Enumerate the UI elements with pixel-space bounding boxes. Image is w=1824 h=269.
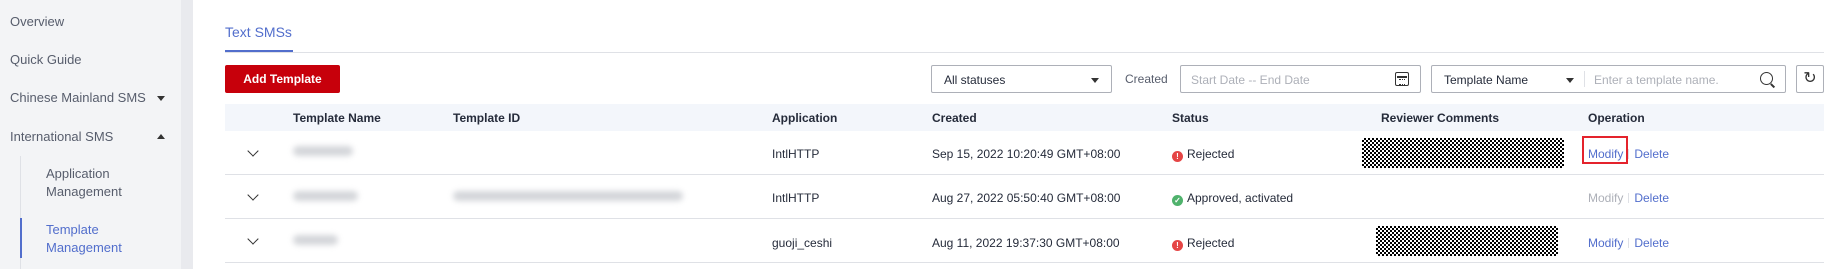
tab-divider [225, 52, 1824, 53]
created-cell: Aug 11, 2022 19:37:30 GMT+08:00 [932, 236, 1120, 250]
chevron-up-icon[interactable] [157, 134, 165, 139]
refresh-icon: ↻ [1803, 70, 1817, 87]
table-row: guoji_ceshi Aug 11, 2022 19:37:30 GMT+08… [225, 219, 1824, 263]
date-range-input[interactable]: Start Date -- End Date [1180, 65, 1421, 93]
template-search: Template Name Enter a template name. [1431, 65, 1786, 93]
sidebar-item-chinese-mainland-sms[interactable]: Chinese Mainland SMS [10, 90, 146, 105]
expand-chevron-icon[interactable] [247, 145, 259, 157]
status-select-value: All statuses [944, 73, 1006, 87]
expand-chevron-icon[interactable] [247, 233, 259, 245]
redacted-template-name [293, 235, 338, 245]
search-field-select[interactable]: Template Name [1444, 73, 1528, 87]
redacted-reviewer-comment [1376, 226, 1558, 256]
column-header-template-name: Template Name [293, 111, 381, 125]
delete-link[interactable]: Delete [1634, 147, 1669, 161]
sidebar-item-template-management[interactable]: Template Management [46, 221, 156, 257]
table-row: IntlHTTP Aug 27, 2022 05:50:40 GMT+08:00… [225, 175, 1824, 219]
link-separator [1628, 238, 1630, 248]
search-input[interactable]: Enter a template name. [1594, 73, 1719, 87]
column-header-status: Status [1172, 111, 1209, 125]
column-header-reviewer-comments: Reviewer Comments [1381, 111, 1500, 125]
redacted-template-name [293, 191, 358, 201]
redacted-template-name [293, 146, 353, 156]
status-text: Rejected [1187, 147, 1235, 161]
sidebar-item-quick-guide[interactable]: Quick Guide [10, 52, 82, 67]
status-cell: ! Rejected [1172, 236, 1234, 251]
highlight-box [1582, 136, 1628, 164]
sidebar-item-international-sms[interactable]: International SMS [10, 129, 113, 144]
table-row: IntlHTTP Sep 15, 2022 10:20:49 GMT+08:00… [225, 131, 1824, 175]
column-header-application: Application [772, 111, 838, 125]
submenu-active-indicator [20, 218, 22, 258]
created-cell: Aug 27, 2022 05:50:40 GMT+08:00 [932, 191, 1121, 205]
redacted-reviewer-comment [1362, 138, 1564, 168]
modify-link: Modify [1588, 191, 1624, 205]
redacted-template-id [453, 191, 683, 201]
created-label: Created [1125, 72, 1168, 86]
status-text: Approved, activated [1187, 191, 1294, 205]
add-template-button[interactable]: Add Template [225, 65, 340, 93]
sidebar-item-application-management[interactable]: Application Management [46, 165, 156, 201]
search-divider [1584, 71, 1585, 87]
delete-link[interactable]: Delete [1634, 191, 1669, 205]
operation-cell: Modify Delete [1588, 191, 1669, 205]
date-range-placeholder: Start Date -- End Date [1191, 73, 1310, 87]
sidebar-divider [181, 0, 193, 269]
column-header-template-id: Template ID [453, 111, 521, 125]
operation-cell: Modify Delete [1588, 236, 1669, 250]
error-icon: ! [1172, 151, 1183, 162]
chevron-down-icon[interactable] [157, 96, 165, 101]
application-cell: guoji_ceshi [772, 236, 833, 250]
link-separator [1628, 193, 1630, 203]
status-cell: ! Rejected [1172, 147, 1234, 162]
modify-link[interactable]: Modify [1588, 236, 1623, 250]
status-text: Rejected [1187, 236, 1235, 250]
status-cell: ✓ Approved, activated [1172, 191, 1293, 206]
tab-text-smss[interactable]: Text SMSs [225, 24, 292, 40]
chevron-down-icon[interactable] [1566, 78, 1574, 83]
column-header-operation: Operation [1588, 111, 1645, 125]
delete-link[interactable]: Delete [1634, 236, 1669, 250]
application-cell: IntlHTTP [772, 191, 820, 205]
application-cell: IntlHTTP [772, 147, 820, 161]
expand-chevron-icon[interactable] [247, 189, 259, 201]
sidebar: Overview Quick Guide Chinese Mainland SM… [0, 0, 181, 269]
sidebar-item-overview[interactable]: Overview [10, 14, 64, 29]
table-header: Template Name Template ID Application Cr… [225, 104, 1824, 131]
calendar-icon[interactable] [1395, 72, 1409, 86]
chevron-down-icon [1091, 78, 1099, 83]
created-cell: Sep 15, 2022 10:20:49 GMT+08:00 [932, 147, 1121, 161]
status-select[interactable]: All statuses [931, 65, 1112, 93]
check-icon: ✓ [1172, 195, 1183, 206]
link-separator [1628, 149, 1630, 159]
column-header-created: Created [932, 111, 977, 125]
error-icon: ! [1172, 240, 1183, 251]
search-icon[interactable] [1760, 72, 1773, 85]
refresh-button[interactable]: ↻ [1796, 65, 1824, 93]
